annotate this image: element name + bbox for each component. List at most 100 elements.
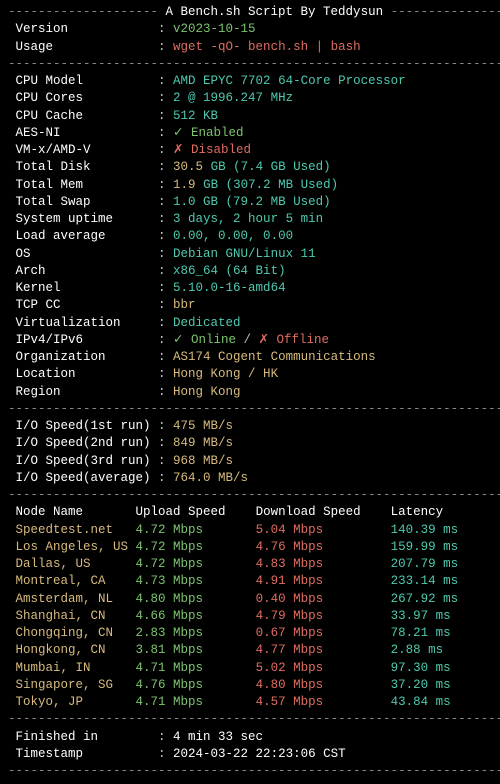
sys-label: IPv4/IPv6 bbox=[8, 333, 158, 347]
kv-value: v2023-10-15 bbox=[173, 22, 256, 36]
latency: 159.99 ms bbox=[391, 539, 459, 556]
sys-value: 5.10.0-16-amd64 bbox=[173, 281, 286, 295]
latency: 97.30 ms bbox=[391, 660, 451, 677]
sys-label: Load average bbox=[8, 229, 158, 243]
terminal-line: Kernel : 5.10.0-16-amd64 bbox=[8, 280, 492, 297]
sys-label: Virtualization bbox=[8, 316, 158, 330]
speedtest-row: Chongqing, CN 2.83 Mbps 0.67 Mbps 78.21 … bbox=[8, 625, 492, 642]
sys-value-part: ✗ Disabled bbox=[173, 143, 251, 157]
terminal-line: Virtualization : Dedicated bbox=[8, 315, 492, 332]
terminal-line: CPU Cores : 2 @ 1996.247 MHz bbox=[8, 90, 492, 107]
colon: : bbox=[158, 367, 173, 381]
divider-line: ----------------------------------------… bbox=[8, 711, 492, 728]
terminal-line: OS : Debian GNU/Linux 11 bbox=[8, 246, 492, 263]
node-name: Dallas, US bbox=[8, 556, 136, 573]
sys-value: Debian GNU/Linux 11 bbox=[173, 247, 316, 261]
download-speed: 4.79 Mbps bbox=[256, 608, 391, 625]
download-speed: 4.77 Mbps bbox=[256, 642, 391, 659]
terminal-line: VM-x/AMD-V : ✗ Disabled bbox=[8, 142, 492, 159]
colon: : bbox=[158, 126, 173, 140]
sys-label: CPU Cores bbox=[8, 91, 158, 105]
colon: : bbox=[158, 385, 173, 399]
terminal-line: CPU Model : AMD EPYC 7702 64-Core Proces… bbox=[8, 73, 492, 90]
colon: : bbox=[158, 212, 173, 226]
upload-speed: 4.72 Mbps bbox=[136, 539, 256, 556]
finished-label: Finished in bbox=[8, 730, 158, 744]
sys-value-part: / bbox=[236, 333, 259, 347]
speedtest-row: Hongkong, CN 3.81 Mbps 4.77 Mbps 2.88 ms bbox=[8, 642, 492, 659]
download-speed: 4.57 Mbps bbox=[256, 694, 391, 711]
speedtest-header: Node Name Upload Speed Download Speed La… bbox=[8, 504, 492, 521]
download-speed: 5.02 Mbps bbox=[256, 660, 391, 677]
terminal-line: Version : v2023-10-15 bbox=[8, 21, 492, 38]
upload-speed: 4.80 Mbps bbox=[136, 591, 256, 608]
sys-value-part: (7.4 GB Used) bbox=[233, 160, 331, 174]
sys-label: CPU Model bbox=[8, 74, 158, 88]
colon: : bbox=[158, 195, 173, 209]
script-title: A Bench.sh Script By Teddysun bbox=[166, 5, 384, 19]
colon: : bbox=[158, 436, 173, 450]
sys-value: Dedicated bbox=[173, 316, 241, 330]
sys-value-part: ✓ Enabled bbox=[173, 126, 243, 140]
colon: : bbox=[158, 264, 173, 278]
terminal-line: Total Swap : 1.0 GB (79.2 MB Used) bbox=[8, 194, 492, 211]
io-value: 764.0 MB/s bbox=[173, 471, 248, 485]
node-name: Tokyo, JP bbox=[8, 694, 136, 711]
colon: : bbox=[158, 22, 173, 36]
terminal-line: Arch : x86_64 (64 Bit) bbox=[8, 263, 492, 280]
upload-speed: 4.71 Mbps bbox=[136, 694, 256, 711]
speedtest-row: Tokyo, JP 4.71 Mbps 4.57 Mbps 43.84 ms bbox=[8, 694, 492, 711]
terminal-line: TCP CC : bbr bbox=[8, 297, 492, 314]
io-label: I/O Speed(average) bbox=[8, 471, 158, 485]
sys-value-part: GB bbox=[211, 160, 234, 174]
sys-value: 512 KB bbox=[173, 109, 218, 123]
upload-speed: 4.72 Mbps bbox=[136, 556, 256, 573]
upload-speed: 4.71 Mbps bbox=[136, 660, 256, 677]
terminal-line: -------------------- A Bench.sh Script B… bbox=[8, 4, 492, 21]
timestamp-value: 2024-03-22 22:23:06 CST bbox=[173, 747, 346, 761]
download-speed: 4.76 Mbps bbox=[256, 539, 391, 556]
sys-value: x86_64 (64 Bit) bbox=[173, 264, 286, 278]
colon: : bbox=[158, 730, 173, 744]
colon: : bbox=[158, 91, 173, 105]
terminal-line: I/O Speed(2nd run) : 849 MB/s bbox=[8, 435, 492, 452]
node-name: Montreal, CA bbox=[8, 573, 136, 590]
terminal-line: I/O Speed(1st run) : 475 MB/s bbox=[8, 418, 492, 435]
latency: 43.84 ms bbox=[391, 694, 451, 711]
speedtest-row: Dallas, US 4.72 Mbps 4.83 Mbps 207.79 ms bbox=[8, 556, 492, 573]
sys-label: Arch bbox=[8, 264, 158, 278]
col-node: Node Name bbox=[8, 504, 136, 521]
terminal-line: Location : Hong Kong / HK bbox=[8, 366, 492, 383]
sys-label: VM-x/AMD-V bbox=[8, 143, 158, 157]
sys-value-part: ✗ Offline bbox=[259, 333, 329, 347]
node-name: Speedtest.net bbox=[8, 522, 136, 539]
colon: : bbox=[158, 471, 173, 485]
sys-label: Region bbox=[8, 385, 158, 399]
colon: : bbox=[158, 229, 173, 243]
sys-label: Location bbox=[8, 367, 158, 381]
node-name: Los Angeles, US bbox=[8, 539, 136, 556]
colon: : bbox=[158, 316, 173, 330]
upload-speed: 3.81 Mbps bbox=[136, 642, 256, 659]
sys-value: Hong Kong / HK bbox=[173, 367, 278, 381]
latency: 2.88 ms bbox=[391, 642, 444, 659]
terminal-line: System uptime : 3 days, 2 hour 5 min bbox=[8, 211, 492, 228]
colon: : bbox=[158, 454, 173, 468]
col-latency: Latency bbox=[391, 504, 444, 521]
download-speed: 4.83 Mbps bbox=[256, 556, 391, 573]
upload-speed: 4.73 Mbps bbox=[136, 573, 256, 590]
sys-value: 0.00, 0.00, 0.00 bbox=[173, 229, 293, 243]
node-name: Mumbai, IN bbox=[8, 660, 136, 677]
download-speed: 4.91 Mbps bbox=[256, 573, 391, 590]
colon: : bbox=[158, 281, 173, 295]
divider: -------------------- bbox=[8, 5, 166, 19]
io-label: I/O Speed(2nd run) bbox=[8, 436, 158, 450]
sys-value: Hong Kong bbox=[173, 385, 241, 399]
terminal-line: Total Mem : 1.9 GB (307.2 MB Used) bbox=[8, 177, 492, 194]
sys-value: AS174 Cogent Communications bbox=[173, 350, 376, 364]
colon: : bbox=[158, 419, 173, 433]
sys-value-part: 30.5 bbox=[173, 160, 211, 174]
col-upload: Upload Speed bbox=[136, 504, 256, 521]
sys-value: bbr bbox=[173, 298, 196, 312]
node-name: Singapore, SG bbox=[8, 677, 136, 694]
